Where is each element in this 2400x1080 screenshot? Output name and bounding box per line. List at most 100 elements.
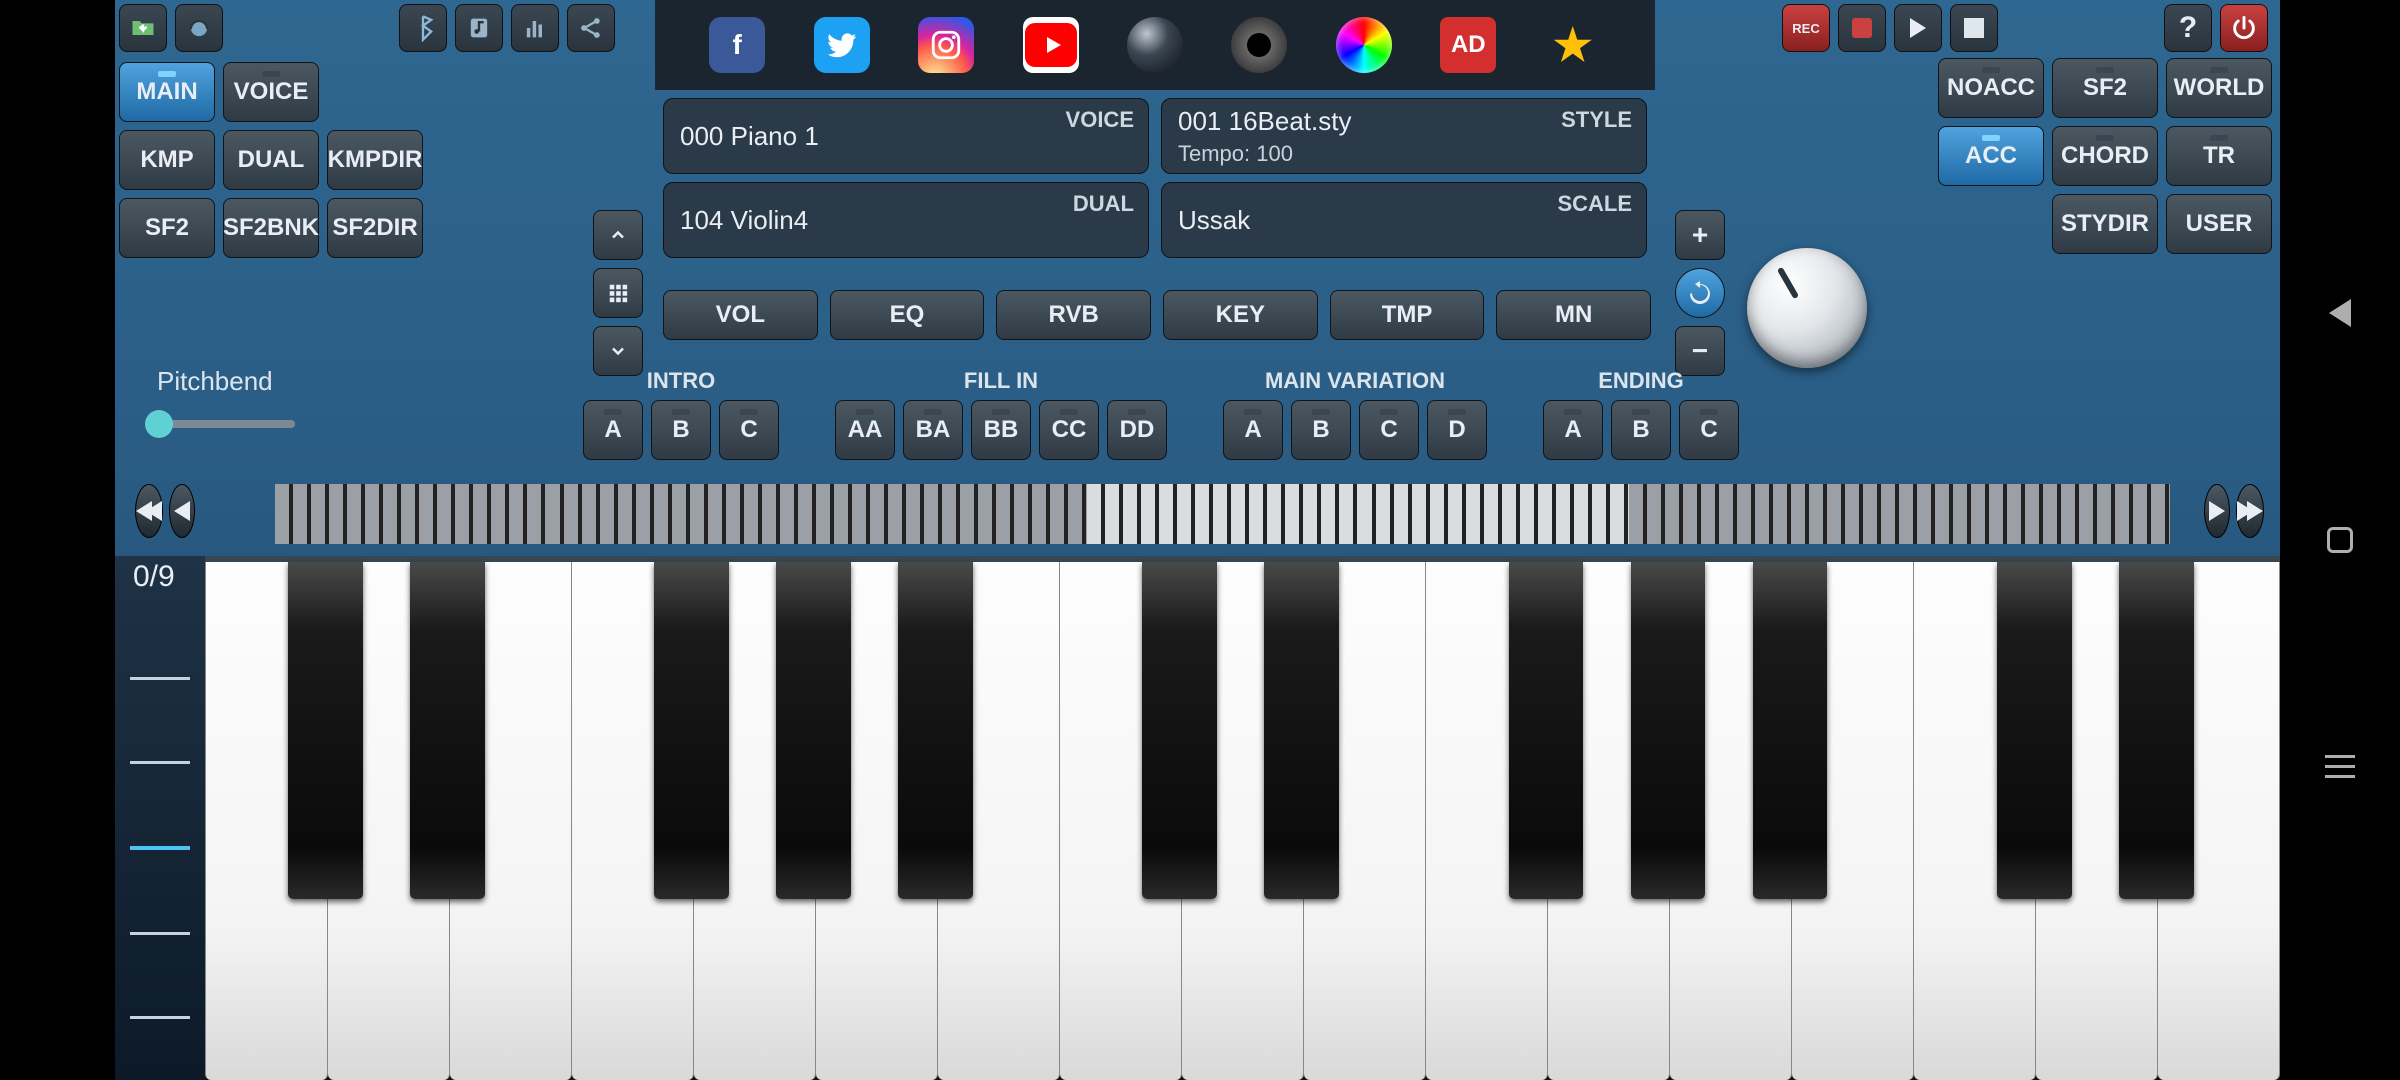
dual-display[interactable]: DUAL 104 Violin4 <box>663 182 1149 258</box>
kmpdir-button[interactable]: KMPDIR <box>327 130 423 190</box>
black-key[interactable] <box>1509 562 1584 899</box>
share-icon[interactable] <box>567 4 615 52</box>
keyboard-overview[interactable] <box>275 484 2170 544</box>
voice-display[interactable]: VOICE 000 Piano 1 <box>663 98 1149 174</box>
sf2bnk-button[interactable]: SF2BNK <box>223 198 319 258</box>
noacc-button[interactable]: NOACC <box>1938 58 2044 118</box>
main-title: MAIN VARIATION <box>1265 368 1445 394</box>
android-recents-icon[interactable] <box>2322 749 2358 785</box>
fillin-aa-button[interactable]: AA <box>835 400 895 460</box>
increment-button[interactable]: + <box>1675 210 1725 260</box>
youtube-icon[interactable] <box>1023 17 1079 73</box>
pause-button[interactable] <box>1950 4 1998 52</box>
help-button[interactable]: ? <box>2164 4 2212 52</box>
intro-b-button[interactable]: B <box>651 400 711 460</box>
equalizer-icon[interactable] <box>511 4 559 52</box>
settings-gear-icon[interactable] <box>1231 17 1287 73</box>
main-tab[interactable]: MAIN <box>119 62 215 122</box>
black-key[interactable] <box>1631 562 1706 899</box>
twitter-icon[interactable] <box>814 17 870 73</box>
bluetooth-icon[interactable] <box>399 4 447 52</box>
acc-button[interactable]: ACC <box>1938 126 2044 186</box>
page-up-button[interactable] <box>593 210 643 260</box>
black-key[interactable] <box>1753 562 1828 899</box>
music-library-icon[interactable] <box>455 4 503 52</box>
strip-next-button[interactable] <box>2204 484 2230 538</box>
scale-tag: SCALE <box>1557 191 1632 217</box>
refresh-button[interactable] <box>1675 268 1725 318</box>
record-button[interactable]: REC <box>1782 4 1830 52</box>
world-button[interactable]: WORLD <box>2166 58 2272 118</box>
sf2dir-button[interactable]: SF2DIR <box>327 198 423 258</box>
power-button[interactable] <box>2220 4 2268 52</box>
ending-title: ENDING <box>1598 368 1684 394</box>
intro-c-button[interactable]: C <box>719 400 779 460</box>
sf2-button[interactable]: SF2 <box>119 198 215 258</box>
voice-tag: VOICE <box>1066 107 1134 133</box>
stop-button[interactable] <box>1838 4 1886 52</box>
main-b-button[interactable]: B <box>1291 400 1351 460</box>
black-key[interactable] <box>776 562 851 899</box>
color-picker-icon[interactable] <box>1336 17 1392 73</box>
download-folder-icon[interactable] <box>119 4 167 52</box>
black-key[interactable] <box>1264 562 1339 899</box>
velocity-meter <box>115 556 205 1080</box>
dual-value: 104 Violin4 <box>680 205 1132 236</box>
style-tag: STYLE <box>1561 107 1632 133</box>
black-key[interactable] <box>898 562 973 899</box>
fillin-dd-button[interactable]: DD <box>1107 400 1167 460</box>
fillin-bb-button[interactable]: BB <box>971 400 1031 460</box>
ending-c-button[interactable]: C <box>1679 400 1739 460</box>
grid-menu-button[interactable] <box>593 268 643 318</box>
pitchbend-thumb[interactable] <box>145 410 173 438</box>
voice-tab[interactable]: VOICE <box>223 62 319 122</box>
fillin-ba-button[interactable]: BA <box>903 400 963 460</box>
black-key[interactable] <box>2119 562 2194 899</box>
star-favorite-icon[interactable]: ★ <box>1545 17 1601 73</box>
dark-globe-icon[interactable] <box>1127 17 1183 73</box>
black-key[interactable] <box>1142 562 1217 899</box>
android-back-icon[interactable] <box>2322 295 2358 331</box>
stydir-button[interactable]: STYDIR <box>2052 194 2158 254</box>
main-d-button[interactable]: D <box>1427 400 1487 460</box>
kmp-button[interactable]: KMP <box>119 130 215 190</box>
black-key[interactable] <box>410 562 485 899</box>
piano-keyboard[interactable] <box>205 556 2280 1080</box>
dual-button[interactable]: DUAL <box>223 130 319 190</box>
chord-button[interactable]: CHORD <box>2052 126 2158 186</box>
octave-indicator: 0/9 <box>133 560 175 594</box>
fillin-title: FILL IN <box>964 368 1038 394</box>
ending-b-button[interactable]: B <box>1611 400 1671 460</box>
vol-button[interactable]: VOL <box>663 290 818 340</box>
ending-a-button[interactable]: A <box>1543 400 1603 460</box>
instagram-icon[interactable] <box>918 17 974 73</box>
facebook-icon[interactable]: f <box>709 17 765 73</box>
key-button[interactable]: KEY <box>1163 290 1318 340</box>
strip-prev-button[interactable] <box>169 484 195 538</box>
tmp-button[interactable]: TMP <box>1330 290 1485 340</box>
black-key[interactable] <box>654 562 729 899</box>
sf2-right-button[interactable]: SF2 <box>2052 58 2158 118</box>
social-bar: f AD ★ <box>655 0 1655 90</box>
strip-forward-button[interactable] <box>2236 484 2264 538</box>
pitchbend-label: Pitchbend <box>157 366 273 397</box>
strip-rewind-button[interactable] <box>135 484 163 538</box>
eq-button[interactable]: EQ <box>830 290 985 340</box>
main-a-button[interactable]: A <box>1223 400 1283 460</box>
fillin-cc-button[interactable]: CC <box>1039 400 1099 460</box>
android-home-icon[interactable] <box>2322 522 2358 558</box>
play-button[interactable] <box>1894 4 1942 52</box>
mn-button[interactable]: MN <box>1496 290 1651 340</box>
user-button[interactable]: USER <box>2166 194 2272 254</box>
rvb-button[interactable]: RVB <box>996 290 1151 340</box>
tr-button[interactable]: TR <box>2166 126 2272 186</box>
main-c-button[interactable]: C <box>1359 400 1419 460</box>
ad-badge[interactable]: AD <box>1440 17 1496 73</box>
black-key[interactable] <box>288 562 363 899</box>
jog-dial[interactable] <box>1747 248 1867 368</box>
style-display[interactable]: STYLE 001 16Beat.sty Tempo: 100 <box>1161 98 1647 174</box>
globe-headphones-icon[interactable] <box>175 4 223 52</box>
scale-display[interactable]: SCALE Ussak <box>1161 182 1647 258</box>
black-key[interactable] <box>1997 562 2072 899</box>
intro-a-button[interactable]: A <box>583 400 643 460</box>
